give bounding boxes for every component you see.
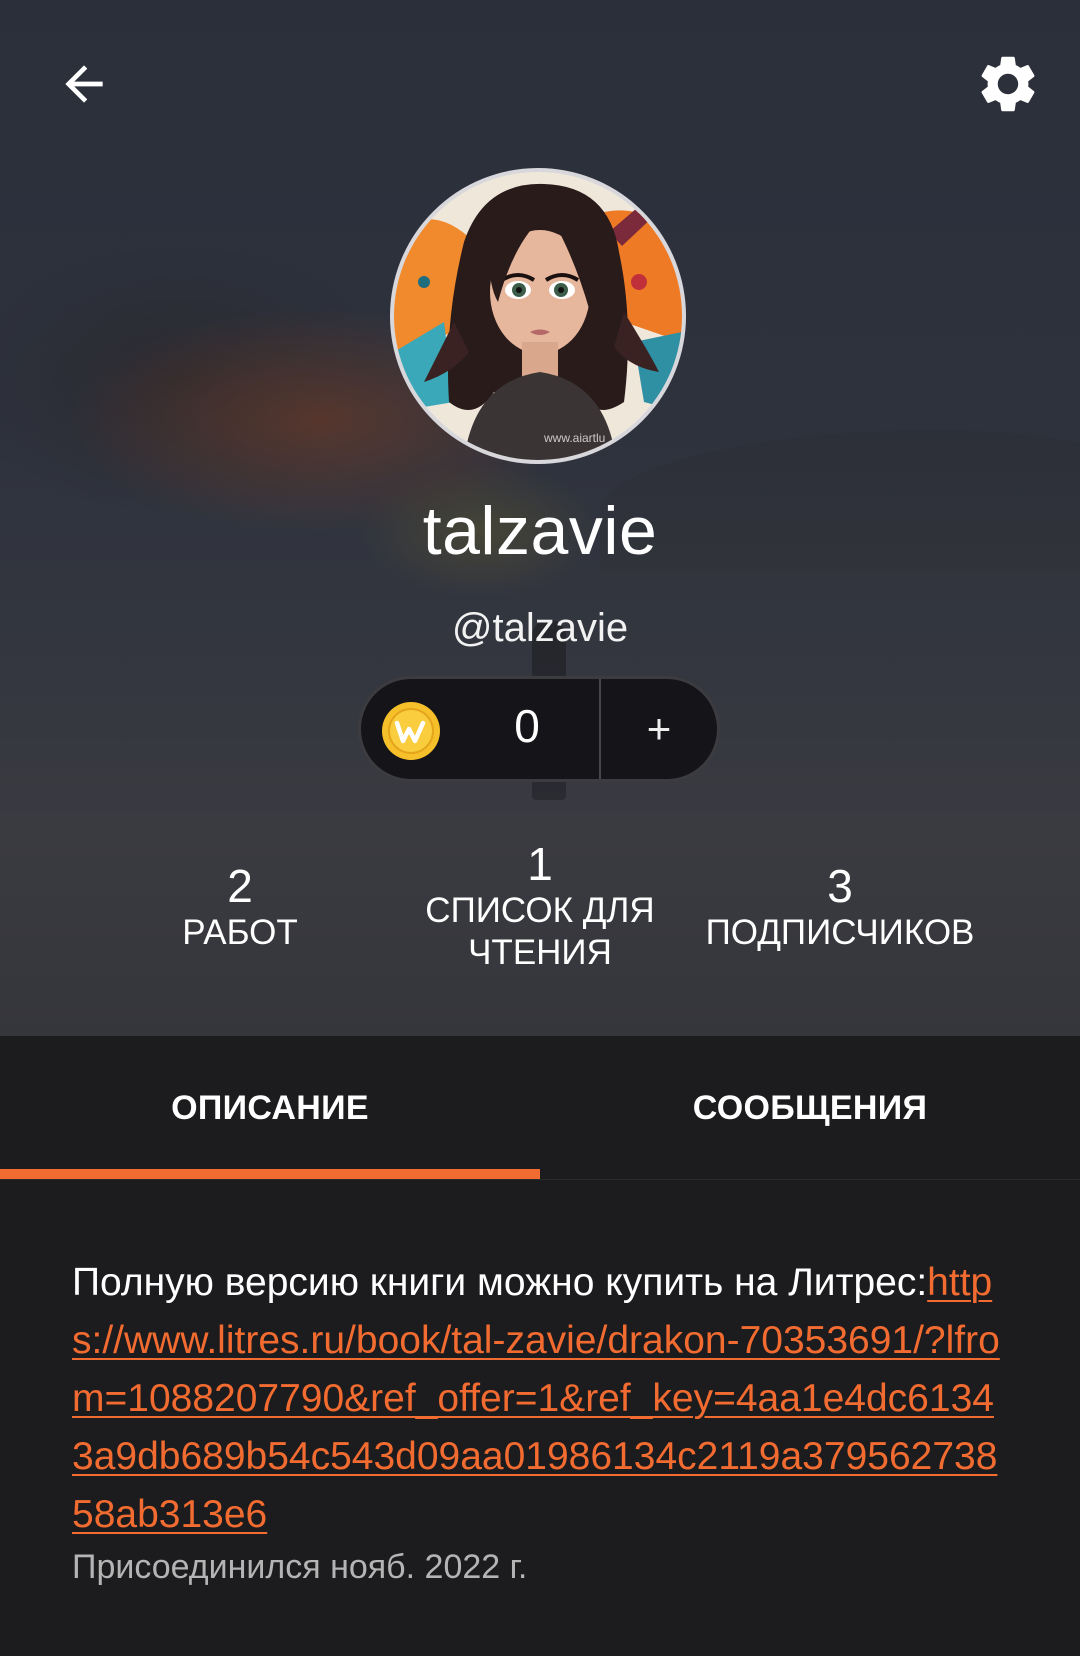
stat-works-value: 2 bbox=[227, 860, 253, 912]
stat-followers-label: ПОДПИСЧИКОВ bbox=[705, 913, 975, 952]
stat-followers[interactable]: 3 ПОДПИСЧИКОВ bbox=[690, 860, 990, 954]
avatar-watermark: www.aiartlu bbox=[543, 431, 605, 445]
tab-messages[interactable]: СООБЩЕНИЯ bbox=[540, 1036, 1080, 1180]
settings-button[interactable] bbox=[970, 46, 1046, 122]
joined-date: Присоединился нояб. 2022 г. bbox=[72, 1548, 528, 1586]
user-handle: @talzavie bbox=[451, 606, 629, 650]
stat-followers-value: 3 bbox=[827, 860, 853, 912]
arrow-left-icon bbox=[65, 65, 103, 103]
coin-balance: 0 bbox=[514, 700, 540, 752]
stat-works-label: РАБОТ bbox=[182, 913, 298, 952]
description-text: Полную версию книги можно купить на Литр… bbox=[72, 1261, 928, 1304]
avatar-portrait: www.aiartlu bbox=[394, 172, 682, 460]
profile-header: www.aiartlu talzavie @talzavie 0 + 2 РАБ… bbox=[0, 0, 1080, 1036]
gear-icon bbox=[981, 56, 1035, 112]
tab-about[interactable]: ОПИСАНИЕ bbox=[0, 1036, 540, 1180]
stat-works[interactable]: 2 РАБОТ bbox=[140, 860, 340, 954]
coin-w-icon bbox=[382, 702, 440, 760]
display-name: talzavie bbox=[422, 493, 658, 569]
add-coins-button[interactable]: + bbox=[601, 679, 717, 779]
profile-tabs: ОПИСАНИЕ СООБЩЕНИЯ bbox=[0, 1036, 1080, 1180]
stat-reading-list-label: СПИСОК ДЛЯ ЧТЕНИЯ bbox=[425, 891, 655, 972]
profile-description: Полную версию книги можно купить на Литр… bbox=[72, 1254, 1012, 1544]
stat-reading-list[interactable]: 1 СПИСОК ДЛЯ ЧТЕНИЯ bbox=[400, 838, 680, 974]
back-button[interactable] bbox=[46, 46, 122, 122]
about-section: Полную версию книги можно купить на Литр… bbox=[0, 1180, 1080, 1656]
avatar[interactable]: www.aiartlu bbox=[390, 168, 686, 464]
stat-reading-list-value: 1 bbox=[527, 838, 553, 890]
coins-pill: 0 + bbox=[358, 676, 720, 782]
